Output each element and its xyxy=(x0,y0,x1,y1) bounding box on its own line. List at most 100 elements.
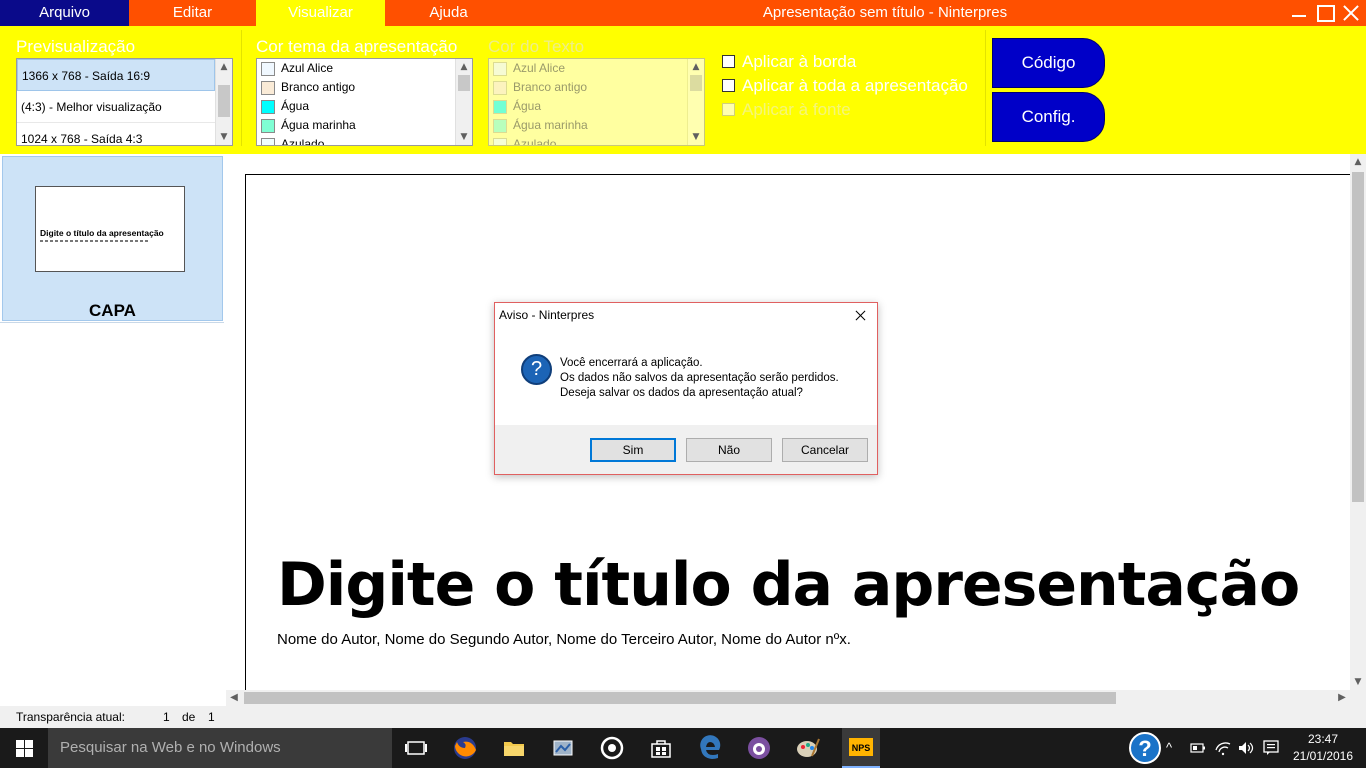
scroll-up-icon[interactable]: ▲ xyxy=(456,59,472,75)
firefox-icon[interactable] xyxy=(451,734,479,762)
clock-date: 21/01/2016 xyxy=(1292,749,1354,763)
ribbon-separator xyxy=(985,30,986,146)
file-explorer-icon[interactable] xyxy=(500,734,528,762)
resolution-item[interactable]: 1366 x 768 - Saída 16:9 xyxy=(17,59,215,91)
svg-text:?: ? xyxy=(1138,736,1151,761)
color-list-item[interactable]: Azul Alice xyxy=(257,59,455,78)
slide-authors[interactable]: Nome do Autor, Nome do Segundo Autor, No… xyxy=(277,631,851,648)
volume-icon[interactable] xyxy=(1237,740,1255,768)
color-list-item: Água xyxy=(489,97,687,116)
dialog-message-line: Você encerrará a aplicação. xyxy=(560,357,703,369)
color-list-item: Azul Alice xyxy=(489,59,687,78)
resolution-items: 1366 x 768 - Saída 16:9 (4:3) - Melhor v… xyxy=(17,59,215,145)
color-label: Azulado xyxy=(513,137,557,145)
media-icon[interactable] xyxy=(598,734,626,762)
scroll-up-icon: ▲ xyxy=(692,62,700,72)
menu-tab-ajuda[interactable]: Ajuda xyxy=(385,0,512,26)
clock[interactable]: 23:47 21/01/2016 xyxy=(1290,731,1356,768)
color-list-item: Água marinha xyxy=(489,116,687,135)
task-view-icon[interactable] xyxy=(402,734,430,762)
slide-thumbnail[interactable]: Digite o título da apresentação CAPA xyxy=(2,156,223,321)
checkbox-box xyxy=(722,103,735,116)
checkbox-label: Aplicar à fonte xyxy=(742,100,851,119)
slide-name: CAPA xyxy=(89,301,136,320)
color-label: Água xyxy=(513,99,542,113)
canvas-horizontal-scrollbar[interactable]: ◀ ▶ xyxy=(226,690,1350,706)
wifi-icon[interactable] xyxy=(1214,740,1232,768)
scroll-down-icon[interactable]: ▼ xyxy=(456,129,472,145)
menu-tab-editar[interactable]: Editar xyxy=(129,0,256,26)
store-icon[interactable] xyxy=(647,734,675,762)
scroll-down-icon[interactable]: ▼ xyxy=(1350,674,1366,690)
color-swatch xyxy=(261,81,275,95)
scrollbar-corner xyxy=(1350,690,1366,706)
color-swatch xyxy=(493,62,507,76)
yes-button[interactable]: Sim xyxy=(590,438,676,462)
checkbox-box[interactable] xyxy=(722,55,735,68)
scroll-thumb xyxy=(690,75,702,91)
help-tray-icon[interactable]: ? xyxy=(1128,732,1162,768)
question-icon: ? xyxy=(521,354,552,385)
dialog-message-line: Deseja salvar os dados da apresentação a… xyxy=(560,387,803,399)
canvas-vertical-scrollbar[interactable]: ▲ ▼ xyxy=(1350,154,1366,690)
taskbar: Pesquisar na Web e no Windows NPS ? ^ 23… xyxy=(0,728,1366,768)
menu-tab-arquivo[interactable]: Arquivo xyxy=(0,0,129,26)
theme-color-list[interactable]: Azul Alice Branco antigo Água Água marinha A… xyxy=(256,58,473,146)
notifications-icon[interactable] xyxy=(1262,740,1280,768)
color-list-item[interactable]: Água marinha xyxy=(257,116,455,135)
resolution-item[interactable]: (4:3) - Melhor visualização xyxy=(17,91,215,123)
color-label: Branco antigo xyxy=(281,80,356,94)
close-icon[interactable] xyxy=(1340,2,1362,24)
checkbox-box[interactable] xyxy=(722,79,735,92)
ninterpres-taskbar-icon[interactable]: NPS xyxy=(842,728,880,768)
color-list-item[interactable]: Azulado xyxy=(257,135,455,145)
minimize-icon[interactable] xyxy=(1288,2,1310,24)
battery-icon[interactable] xyxy=(1190,741,1206,768)
scroll-right-icon[interactable]: ▶ xyxy=(1334,690,1350,706)
slide-preview-authors-line xyxy=(40,240,150,242)
app-icon[interactable] xyxy=(549,734,577,762)
scroll-thumb[interactable] xyxy=(218,85,230,117)
scroll-left-icon[interactable]: ◀ xyxy=(226,690,242,706)
text-color-label: Cor do Texto xyxy=(488,37,585,56)
resolution-list[interactable]: 1366 x 768 - Saída 16:9 (4:3) - Melhor v… xyxy=(16,58,233,146)
resolution-item[interactable]: 1024 x 768 - Saída 4:3 xyxy=(17,123,215,145)
config-button[interactable]: Config. xyxy=(992,92,1105,142)
scroll-thumb[interactable] xyxy=(1352,172,1364,502)
dialog-close-icon[interactable] xyxy=(851,307,871,325)
no-button[interactable]: Não xyxy=(686,438,772,462)
theme-color-items: Azul Alice Branco antigo Água Água marinha A… xyxy=(257,59,455,145)
text-color-list: Azul Alice Branco antigo Água Água marinha A… xyxy=(488,58,705,146)
search-placeholder: Pesquisar na Web e no Windows xyxy=(60,739,281,756)
cancel-button[interactable]: Cancelar xyxy=(782,438,868,462)
scroll-up-icon[interactable]: ▲ xyxy=(1350,154,1366,170)
windows-start-icon[interactable] xyxy=(0,728,48,768)
color-list-item: Branco antigo xyxy=(489,78,687,97)
maximize-icon[interactable] xyxy=(1314,2,1336,24)
scroll-down-icon[interactable]: ▼ xyxy=(216,129,232,145)
color-label: Azul Alice xyxy=(513,61,566,75)
theme-color-scrollbar[interactable]: ▲ ▼ xyxy=(455,59,472,145)
color-list-item[interactable]: Água xyxy=(257,97,455,116)
menu-tab-visualizar[interactable]: Visualizar xyxy=(256,0,385,26)
chevron-up-icon[interactable]: ^ xyxy=(1166,740,1172,768)
scroll-up-icon[interactable]: ▲ xyxy=(216,59,232,75)
color-swatch xyxy=(261,138,275,145)
tor-browser-icon[interactable] xyxy=(745,734,773,762)
window-title: Apresentação sem título - Ninterpres xyxy=(762,4,1008,21)
scroll-thumb[interactable] xyxy=(244,692,1116,704)
status-total: 1 xyxy=(208,710,215,724)
color-swatch xyxy=(493,81,507,95)
scroll-thumb[interactable] xyxy=(458,75,470,91)
ribbon-visualizar: Previsualização 1366 x 768 - Saída 16:9 … xyxy=(0,26,1366,154)
taskbar-search-input[interactable]: Pesquisar na Web e no Windows xyxy=(48,728,392,768)
slide-title[interactable]: Digite o título da apresentação xyxy=(277,550,1300,620)
color-list-item[interactable]: Branco antigo xyxy=(257,78,455,97)
color-swatch xyxy=(261,62,275,76)
edge-icon[interactable] xyxy=(696,734,724,762)
code-button[interactable]: Código xyxy=(992,38,1105,88)
app-window: Arquivo Editar Visualizar Ajuda Apresent… xyxy=(0,0,1366,768)
resolution-scrollbar[interactable]: ▲ ▼ xyxy=(215,59,232,145)
paint-icon[interactable] xyxy=(794,734,822,762)
color-label: Azulado xyxy=(281,137,325,145)
